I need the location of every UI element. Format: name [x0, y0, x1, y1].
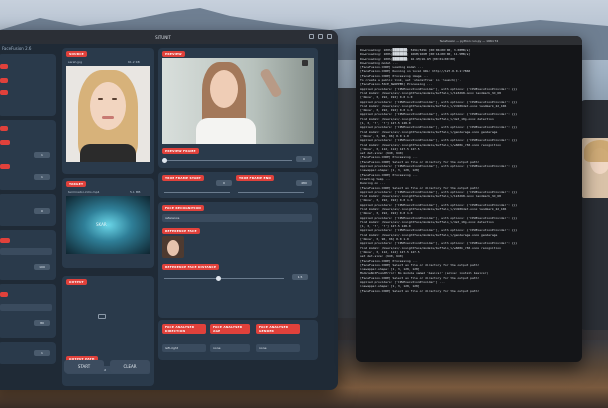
preview-tag: PREVIEW [162, 51, 185, 57]
trim-start-input[interactable]: 0 [216, 180, 232, 186]
background-face-thumbnail [582, 138, 608, 198]
reference-face-thumbnail[interactable] [162, 236, 184, 258]
face-recognition-tag: FACE RECOGNITION [162, 205, 204, 211]
trim-start-tag: TRIM FRAME START [162, 175, 204, 181]
analyser-age-tag: FACE ANALYSER AGE [210, 324, 250, 334]
reference-distance-input[interactable]: 1.5 [292, 274, 308, 280]
number-input[interactable]: 1 [34, 174, 50, 180]
video-placeholder-icon [98, 314, 106, 319]
preview-frame-slider[interactable] [164, 160, 292, 161]
target-tag: TARGET [66, 181, 87, 187]
analyser-age-dropdown[interactable]: none [210, 344, 250, 352]
settings-panel: 0 [0, 194, 56, 226]
trim-end-input[interactable]: 480 [296, 180, 312, 186]
background-window-right [580, 100, 608, 330]
number-input[interactable]: 1 [34, 152, 50, 158]
source-tag: SOURCE [66, 51, 87, 57]
terminal-output[interactable]: Downloading: 100%|████████| 529k/529k [0… [356, 45, 582, 362]
section-tag [0, 90, 8, 95]
section-tag [0, 126, 8, 131]
preview-panel: PREVIEW PREVIEW FRAME 0 [158, 48, 318, 168]
trim-end-slider[interactable] [238, 192, 304, 193]
target-filesize: 5.1 MB [130, 190, 141, 194]
section-tag [0, 164, 10, 169]
source-image[interactable] [66, 66, 150, 162]
number-input[interactable]: 0 [34, 208, 50, 214]
preview-frame-tag: PREVIEW FRAME [162, 148, 199, 154]
window-title: SITUNIT [155, 34, 171, 40]
settings-panel [0, 54, 56, 116]
analyser-direction-dropdown[interactable]: left-right [162, 344, 206, 352]
analyser-gender-tag: FACE ANALYSER GENDER [256, 324, 300, 334]
face-analyser-panel: FACE ANALYSER DIRECTION FACE ANALYSER AG… [158, 320, 318, 360]
settings-panel: 1 1 [0, 120, 56, 190]
section-tag [0, 292, 8, 297]
section-tag [0, 78, 8, 83]
preview-frame-input[interactable]: 0 [296, 156, 312, 162]
output-tag: OUTPUT [66, 279, 87, 285]
section-tag [0, 140, 10, 145]
terminal-title: facefusion — python run.py — 166×74 [356, 36, 582, 45]
target-video[interactable]: SKAR [66, 196, 150, 254]
settings-panel: 1 [0, 342, 56, 364]
slider-knob[interactable] [216, 276, 221, 281]
facefusion-window: SITUNIT FaceFusion 2.6 1 1 0 100 80 1 SO… [0, 30, 338, 390]
fullscreen-icon[interactable] [302, 60, 308, 66]
window-icon[interactable] [309, 34, 314, 39]
video-watermark: SKAR [96, 222, 107, 227]
window-icon[interactable] [327, 34, 332, 39]
app-version-label: FaceFusion 2.6 [2, 46, 32, 51]
number-input[interactable]: 100 [34, 264, 50, 270]
trim-frame-panel: TRIM FRAME START TRIM FRAME END 0 480 [158, 172, 318, 198]
analyser-direction-tag: FACE ANALYSER DIRECTION [162, 324, 206, 334]
terminal-window: facefusion — python run.py — 166×74 Down… [356, 36, 582, 362]
source-filename: sarah.jpg [68, 60, 82, 64]
face-recognition-dropdown[interactable]: reference [162, 214, 312, 222]
dropdown[interactable] [0, 304, 52, 311]
start-button[interactable]: START [64, 360, 104, 373]
target-panel: TARGET terminator-intro.mp4 5.1 MB SKAR [62, 178, 154, 268]
terminal-line: [FaceFusion.CORE] Select an file or dire… [360, 288, 480, 293]
window-icon[interactable] [318, 34, 323, 39]
source-filesize: 61.2 KB [128, 60, 140, 64]
section-tag [0, 238, 10, 243]
trim-start-slider[interactable] [164, 192, 230, 193]
section-tag [0, 64, 8, 69]
dropdown[interactable] [0, 248, 52, 255]
window-titlebar: SITUNIT [0, 30, 338, 44]
slider-knob[interactable] [162, 158, 167, 163]
source-panel: SOURCE sarah.jpg 61.2 KB [62, 48, 154, 174]
reference-distance-slider[interactable] [164, 278, 284, 279]
analyser-gender-dropdown[interactable]: none [256, 344, 300, 352]
number-input[interactable]: 1 [34, 350, 50, 356]
trim-end-tag: TRIM FRAME END [236, 175, 275, 181]
settings-panel: 80 [0, 284, 56, 338]
settings-panel: 100 [0, 230, 56, 280]
face-recognition-panel: FACE RECOGNITION reference REFERENCE FAC… [158, 202, 318, 318]
target-filename: terminator-intro.mp4 [68, 190, 100, 194]
reference-face-tag: REFERENCE FACE [162, 228, 200, 234]
number-input[interactable]: 80 [34, 320, 50, 326]
clear-button[interactable]: CLEAR [110, 360, 150, 373]
preview-image[interactable] [162, 58, 314, 144]
reference-distance-tag: REFERENCE FACE DISTANCE [162, 264, 220, 270]
titlebar-icons [309, 34, 332, 39]
